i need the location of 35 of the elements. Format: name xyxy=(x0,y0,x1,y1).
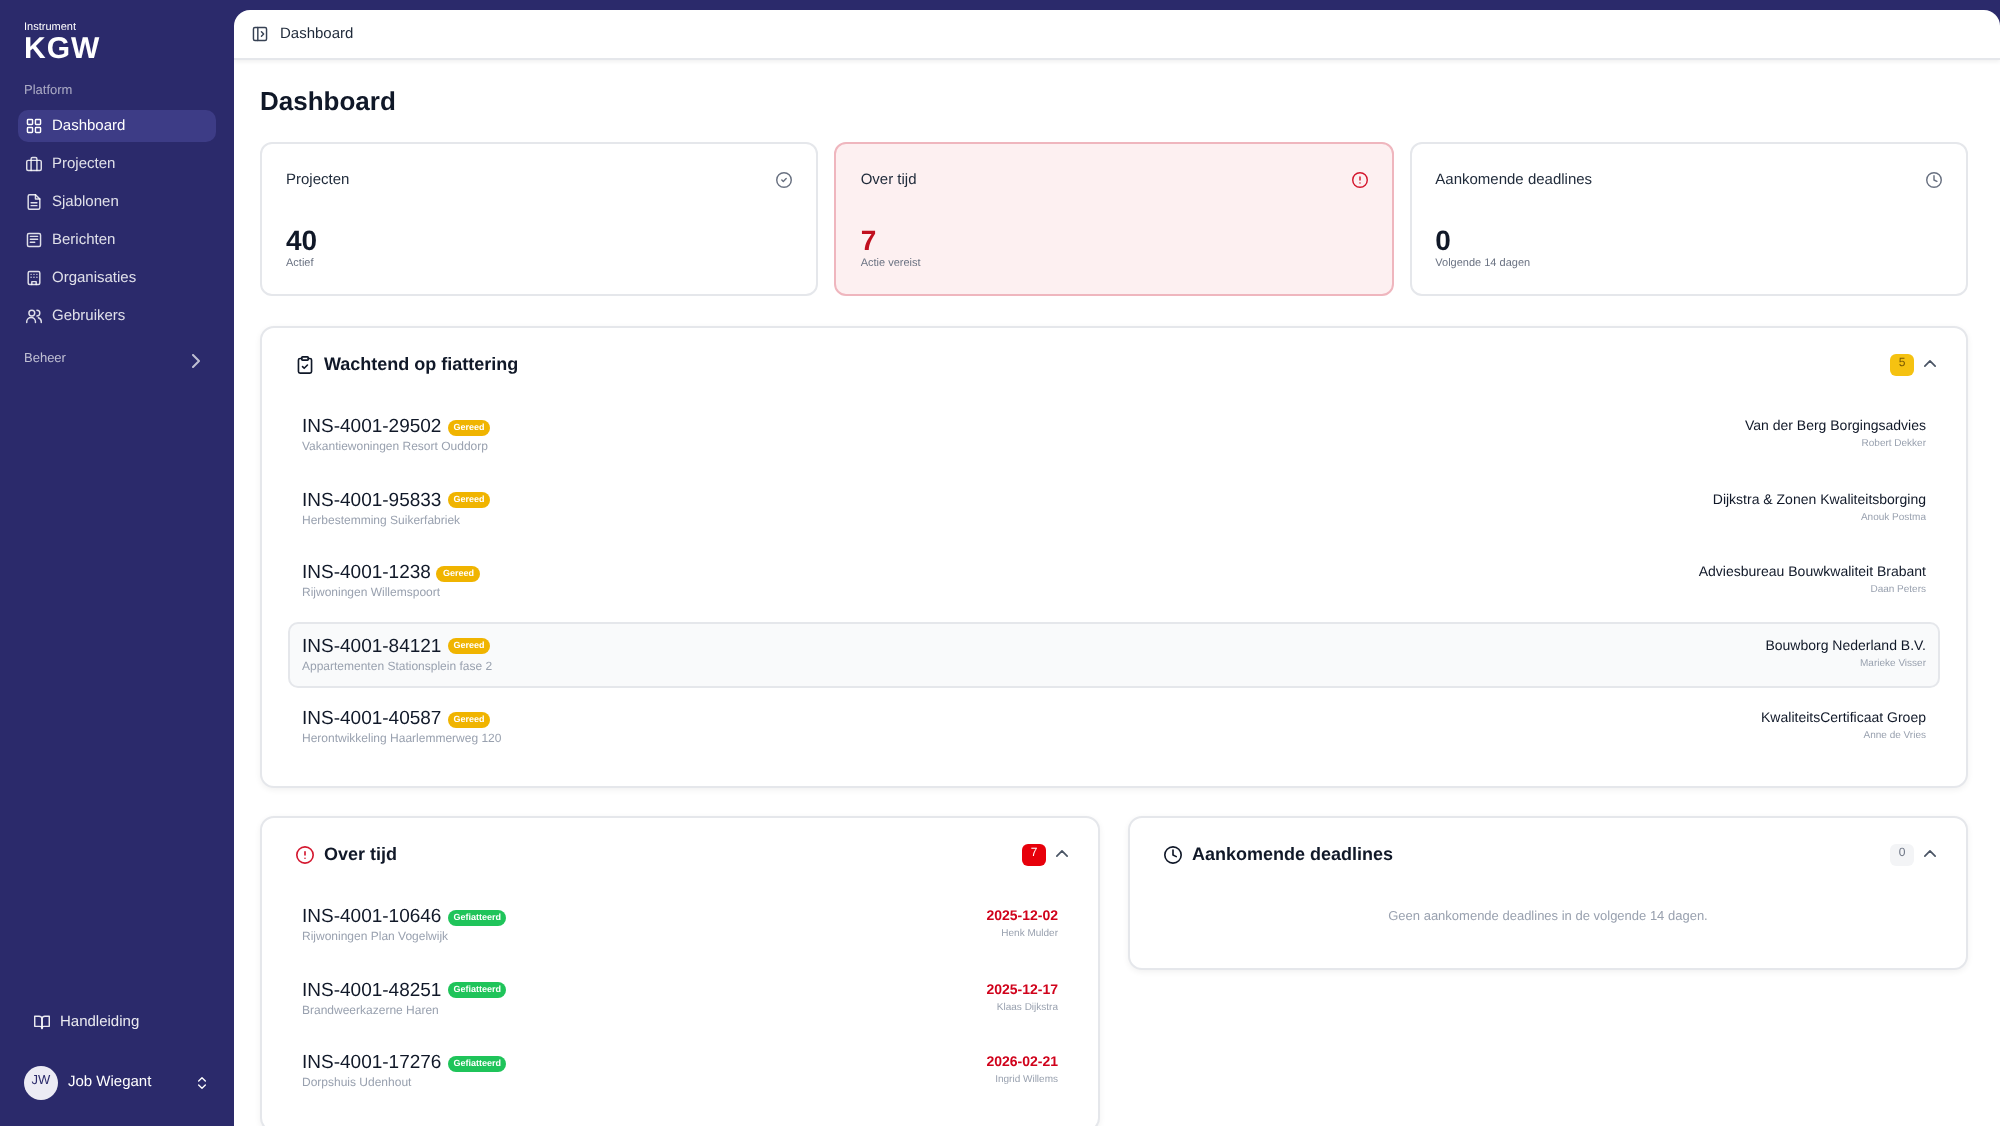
briefcase-icon xyxy=(26,156,42,172)
grid-icon xyxy=(26,118,42,134)
alert-icon xyxy=(296,845,314,863)
chevron-right-icon xyxy=(192,353,200,367)
stat-value: 7 xyxy=(860,224,879,256)
check-circle-icon xyxy=(776,172,793,188)
inspection-code: INS-4001-29502 xyxy=(302,414,442,440)
sidebar-toggle-icon[interactable] xyxy=(252,26,268,42)
section-title: Over tijd xyxy=(324,844,398,864)
inspection-code: INS-4001-84121 xyxy=(302,633,442,659)
alert-icon xyxy=(1351,172,1368,188)
inspection-code: INS-4001-95833 xyxy=(302,487,442,513)
chevron-up-icon[interactable] xyxy=(1924,850,1936,858)
stat-value: 40 xyxy=(286,224,320,256)
book-icon xyxy=(34,1014,50,1030)
clock-icon xyxy=(1926,172,1942,188)
inspection-code: INS-4001-10646 xyxy=(302,904,442,930)
section-title: Wachtend op fiattering xyxy=(324,354,519,374)
document-icon xyxy=(26,194,42,210)
inspection-code: INS-4001-48251 xyxy=(302,977,442,1003)
chevron-up-icon[interactable] xyxy=(1924,360,1936,368)
clipboard-check-icon xyxy=(296,355,314,373)
users-icon xyxy=(26,308,42,324)
inspection-code: INS-4001-1238 xyxy=(302,560,431,586)
stat-value: 0 xyxy=(1435,224,1453,256)
inspection-code: INS-4001-40587 xyxy=(302,706,442,732)
section-title: Aankomende deadlines xyxy=(1192,844,1394,864)
chevrons-up-down-icon[interactable] xyxy=(198,1075,206,1089)
inspection-code: INS-4001-17276 xyxy=(302,1050,442,1076)
chevron-up-icon[interactable] xyxy=(1056,850,1068,858)
newspaper-icon xyxy=(26,232,42,248)
building-icon xyxy=(26,270,42,286)
logo-wordmark: KGW xyxy=(24,36,101,64)
clock-icon xyxy=(1164,845,1182,863)
page-title: Dashboard xyxy=(260,86,398,118)
